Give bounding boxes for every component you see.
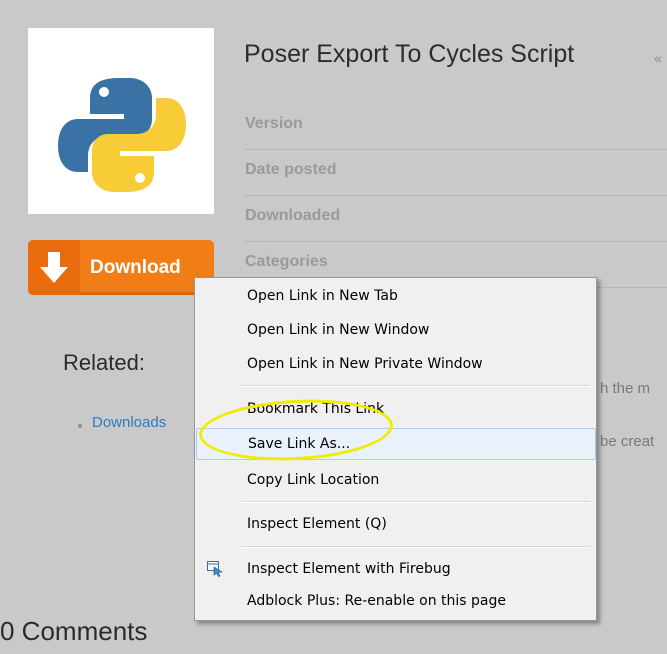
meta-label-categories: Categories — [245, 253, 328, 270]
related-link-downloads[interactable]: Downloads — [92, 414, 166, 431]
meta-label-downloaded: Downloaded — [245, 207, 341, 224]
menu-item-inspect-element[interactable]: Inspect Element (Q) — [195, 512, 596, 536]
menu-item-inspect-firebug[interactable]: Inspect Element with Firebug — [195, 557, 596, 581]
menu-item-open-private-window[interactable]: Open Link in New Private Window — [195, 352, 596, 376]
meta-row-version: Version — [244, 103, 667, 150]
python-logo-icon — [58, 78, 186, 192]
related-heading: Related: — [63, 350, 145, 375]
menu-item-label: Inspect Element with Firebug — [247, 561, 451, 577]
meta-row-downloaded: Downloaded — [244, 195, 667, 242]
menu-separator — [241, 546, 590, 548]
menu-item-label: Open Link in New Private Window — [247, 356, 483, 372]
menu-item-label: Copy Link Location — [247, 472, 380, 488]
plugin-thumbnail[interactable] — [28, 28, 214, 214]
menu-item-open-new-window[interactable]: Open Link in New Window — [195, 318, 596, 342]
meta-label-version: Version — [245, 115, 303, 132]
download-arrow-icon — [28, 240, 80, 295]
description-partial-text-2: be creat — [600, 433, 655, 450]
menu-item-label: Inspect Element (Q) — [247, 516, 387, 532]
menu-item-label: Open Link in New Window — [247, 322, 430, 338]
page-background: Poser Export To Cycles Script « Version … — [0, 0, 667, 654]
menu-item-label: Adblock Plus: Re-enable on this page — [247, 593, 506, 609]
menu-item-adblock-reenable[interactable]: Adblock Plus: Re-enable on this page — [195, 589, 596, 613]
title-extra-glyph: « — [654, 50, 662, 66]
menu-separator — [241, 385, 590, 387]
download-button-label: Download — [90, 257, 181, 278]
description-partial-text: h the m — [600, 380, 651, 397]
menu-item-label: Open Link in New Tab — [247, 288, 398, 304]
download-button[interactable]: Download — [28, 240, 214, 295]
firebug-inspect-icon — [207, 561, 223, 577]
comments-heading: 0 Comments — [0, 616, 148, 646]
menu-separator — [241, 501, 590, 503]
menu-item-copy-link-location[interactable]: Copy Link Location — [195, 468, 596, 492]
page-title: Poser Export To Cycles Script — [244, 40, 575, 68]
menu-item-open-new-tab[interactable]: Open Link in New Tab — [195, 284, 596, 308]
meta-label-date-posted: Date posted — [245, 161, 337, 178]
meta-row-date-posted: Date posted — [244, 149, 667, 196]
bullet — [78, 424, 82, 428]
